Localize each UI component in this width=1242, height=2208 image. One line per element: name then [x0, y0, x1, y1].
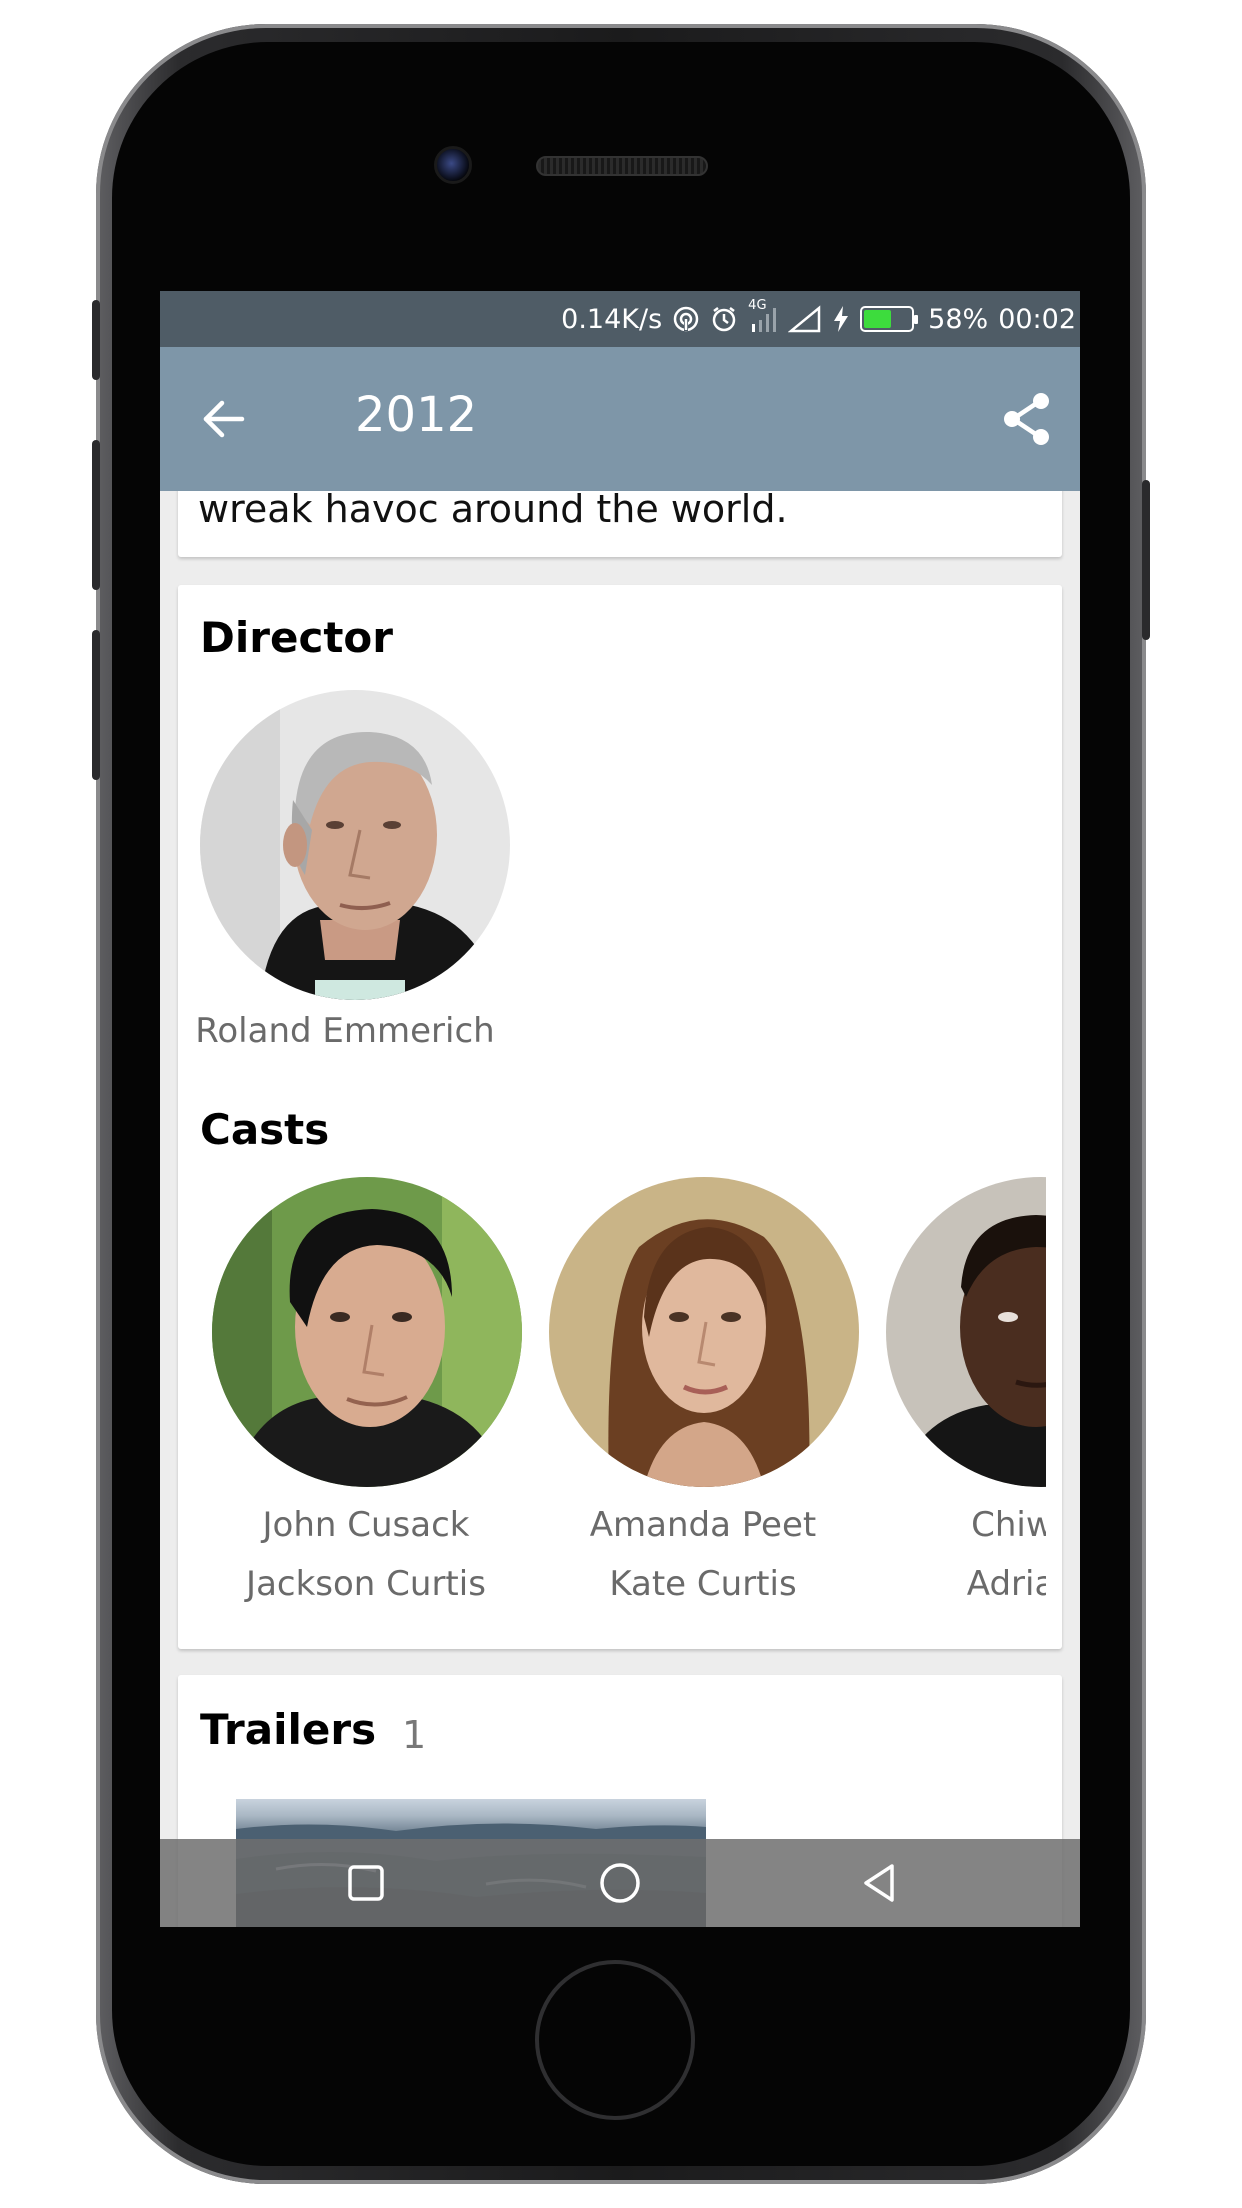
cast-avatar-amanda-peet[interactable]: [549, 1177, 859, 1487]
trailer-count: 1: [402, 1713, 427, 1757]
back-icon[interactable]: [858, 1861, 902, 1905]
cast-character: Kate Curtis: [609, 1564, 797, 1604]
director-name: Roland Emmerich: [195, 1011, 495, 1051]
battery-icon: [860, 306, 919, 332]
credits-card: Director Roland Emmerich Casts John Cusa…: [178, 585, 1062, 1649]
cast-avatar-john-cusack[interactable]: [212, 1177, 522, 1487]
page-title: 2012: [355, 387, 478, 443]
overview-text: wreak havoc around the world.: [198, 487, 788, 531]
app-bar: 2012: [160, 347, 1080, 491]
cast-character: Jackson Curtis: [246, 1564, 486, 1604]
volume-down-button: [92, 630, 100, 780]
share-icon[interactable]: [1000, 391, 1054, 447]
cast-name: Amanda Peet: [589, 1505, 817, 1545]
cast-name: Chiwete: [971, 1505, 1046, 1545]
director-avatar[interactable]: [200, 690, 510, 1000]
casts-heading: Casts: [200, 1105, 330, 1154]
cast-avatar-chiwete[interactable]: [886, 1177, 1046, 1487]
cellular-signal-icon: [788, 305, 821, 333]
alarm-icon: [712, 307, 736, 332]
home-button[interactable]: [535, 1960, 695, 2120]
screen: 0.14K/s 4G 58% 00:02 2012 wreak havoc ar…: [160, 291, 1080, 1927]
cast-list[interactable]: John Cusack Jackson Curtis Amanda Peet K…: [178, 1177, 1046, 1617]
cast-character: Adrian H: [966, 1564, 1046, 1604]
network-speed: 0.14K/s: [561, 303, 663, 335]
front-camera: [434, 146, 472, 184]
home-icon[interactable]: [598, 1861, 642, 1905]
recent-apps-icon[interactable]: [344, 1861, 388, 1905]
trailers-heading: Trailers: [200, 1705, 377, 1754]
status-bar: 0.14K/s 4G 58% 00:02: [160, 291, 1080, 347]
director-heading: Director: [200, 613, 393, 662]
arrow-back-icon[interactable]: [200, 395, 248, 443]
cast-name: John Cusack: [262, 1505, 470, 1545]
power-button: [1142, 480, 1150, 640]
battery-percent: 58%: [928, 303, 989, 335]
mute-switch: [92, 300, 100, 380]
clock: 00:02: [998, 303, 1076, 335]
signal-icon: 4G: [748, 298, 778, 334]
volume-up-button: [92, 440, 100, 590]
navigation-bar: [160, 1839, 1080, 1927]
earpiece-speaker: [536, 156, 708, 176]
charging-icon: [834, 306, 849, 332]
hotspot-icon: [673, 306, 699, 332]
